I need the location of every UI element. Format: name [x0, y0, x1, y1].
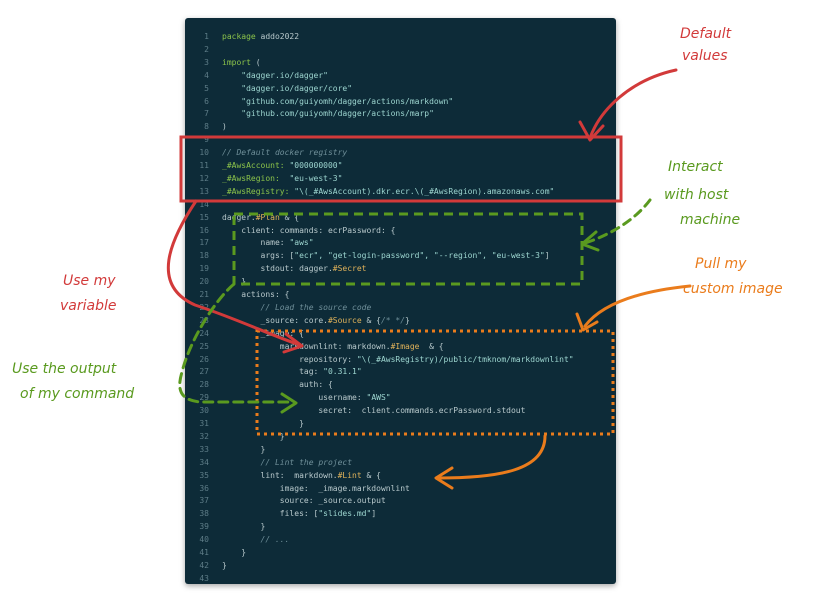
- use-output-arrow: [178, 282, 292, 404]
- use-variable-label: Use my variable: [60, 273, 120, 314]
- pull-image-label: Pull my custom image: [683, 256, 783, 297]
- custom-image-box: [255, 329, 615, 436]
- annotation-overlay: Default values Interact with host machin…: [12, 26, 783, 490]
- default-values-label: Default values: [680, 26, 736, 64]
- use-output-label: Use the output of my command: [12, 361, 134, 402]
- interact-host-label: Interact with host machine: [664, 159, 740, 228]
- lint-image-arrow: [436, 434, 547, 480]
- pull-image-arrow: [583, 284, 692, 328]
- client-commands-box: [232, 212, 584, 286]
- default-values-box: [179, 135, 623, 203]
- interact-host-arrow: [583, 198, 652, 245]
